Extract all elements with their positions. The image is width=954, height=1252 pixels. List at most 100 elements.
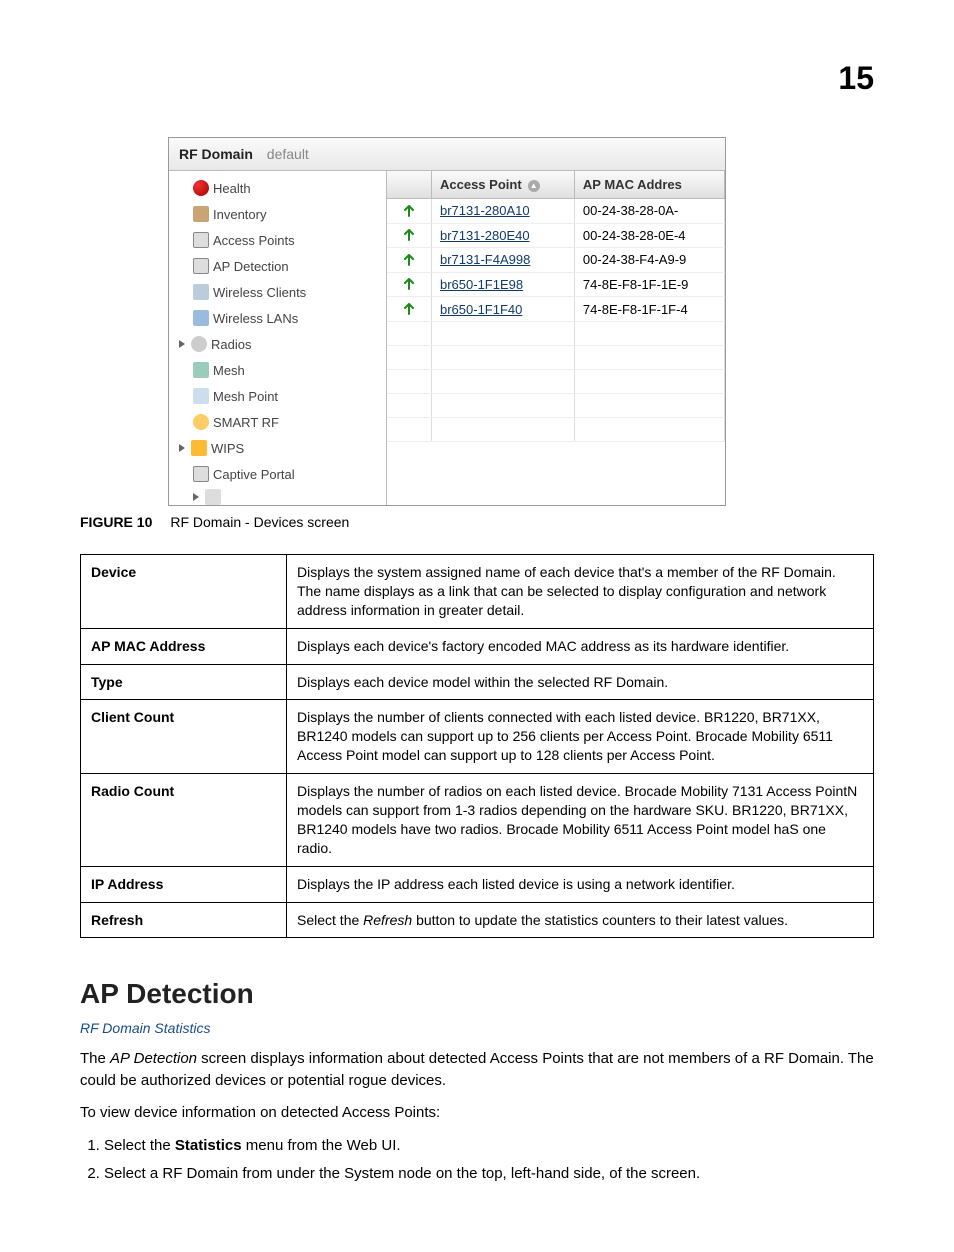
sidebar-item-radios[interactable]: Radios xyxy=(169,331,386,357)
heart-icon xyxy=(193,180,209,196)
table-row: br7131-280A1000-24-38-28-0A- xyxy=(387,199,725,224)
mac-cell: 00-24-38-F4-A9-9 xyxy=(574,248,724,273)
status-up-icon xyxy=(402,205,416,219)
sidebar-item-label: WIPS xyxy=(211,441,244,456)
breadcrumb-link[interactable]: RF Domain Statistics xyxy=(80,1020,874,1036)
panel-title: RF Domain xyxy=(179,146,253,162)
column-header-status[interactable] xyxy=(387,171,432,199)
wips-icon xyxy=(191,440,207,456)
sidebar-item-captive-portal[interactable]: Captive Portal xyxy=(169,461,386,487)
sidebar-item-mesh[interactable]: Mesh xyxy=(169,357,386,383)
status-up-icon xyxy=(402,229,416,243)
table-row xyxy=(387,417,725,441)
bulb-icon xyxy=(193,414,209,430)
column-header-label: Access Point xyxy=(440,177,522,192)
sidebar-item-wireless-clients[interactable]: Wireless Clients xyxy=(169,279,386,305)
field-name: IP Address xyxy=(81,866,287,902)
table-row: br7131-280E4000-24-38-28-0E-4 xyxy=(387,223,725,248)
status-cell xyxy=(387,272,432,297)
sidebar-item-label: Radios xyxy=(211,337,251,352)
sidebar-item-smart-rf[interactable]: SMART RF xyxy=(169,409,386,435)
ap-detection-icon xyxy=(193,258,209,274)
sidebar-item-label: Mesh xyxy=(213,363,245,378)
sidebar-item-cutoff xyxy=(169,487,386,505)
captive-portal-icon xyxy=(193,466,209,482)
section-heading: AP Detection xyxy=(80,978,874,1010)
panel-titlebar: RF Domain default xyxy=(169,138,725,171)
empty-cell xyxy=(387,321,432,345)
field-description: Select the Refresh button to update the … xyxy=(287,902,874,938)
chapter-number: 15 xyxy=(80,60,874,97)
expand-icon xyxy=(179,444,185,452)
status-cell xyxy=(387,248,432,273)
sidebar-item-label: SMART RF xyxy=(213,415,279,430)
text: Select the xyxy=(104,1137,175,1154)
status-up-icon xyxy=(402,254,416,268)
figure-caption-text: RF Domain - Devices screen xyxy=(170,514,349,530)
mac-cell: 00-24-38-28-0E-4 xyxy=(574,223,724,248)
table-row: DeviceDisplays the system assigned name … xyxy=(81,555,874,629)
table-row: RefreshSelect the Refresh button to upda… xyxy=(81,902,874,938)
sidebar-item-wireless-lans[interactable]: Wireless LANs xyxy=(169,305,386,331)
sidebar-item-mesh-point[interactable]: Mesh Point xyxy=(169,383,386,409)
table-row: AP MAC AddressDisplays each device's fac… xyxy=(81,628,874,664)
field-description: Displays the number of radios on each li… xyxy=(287,774,874,867)
list-item: Select a RF Domain from under the System… xyxy=(104,1162,874,1186)
expand-icon xyxy=(193,493,199,501)
emphasis: AP Detection xyxy=(110,1050,197,1067)
empty-cell xyxy=(432,417,575,441)
sidebar-item-wips[interactable]: WIPS xyxy=(169,435,386,461)
empty-cell xyxy=(432,321,575,345)
empty-cell xyxy=(432,345,575,369)
table-row xyxy=(387,321,725,345)
empty-cell xyxy=(387,417,432,441)
sidebar-item-label: Access Points xyxy=(213,233,295,248)
mesh-icon xyxy=(193,362,209,378)
status-cell xyxy=(387,199,432,224)
text: The xyxy=(80,1050,110,1067)
device-link[interactable]: br650-1F1E98 xyxy=(432,272,575,297)
list-item: Select the Statistics menu from the Web … xyxy=(104,1134,874,1158)
mac-cell: 74-8E-F8-1F-1E-9 xyxy=(574,272,724,297)
status-up-icon xyxy=(402,303,416,317)
empty-cell xyxy=(432,393,575,417)
field-name: Device xyxy=(81,555,287,629)
device-link[interactable]: br7131-280A10 xyxy=(432,199,575,224)
column-header-ap-mac[interactable]: AP MAC Addres xyxy=(574,171,724,199)
table-row: br7131-F4A99800-24-38-F4-A9-9 xyxy=(387,248,725,273)
field-name: Type xyxy=(81,664,287,700)
device-link[interactable]: br7131-280E40 xyxy=(432,223,575,248)
sidebar-item-health[interactable]: Health xyxy=(169,175,386,201)
sidebar-item-label: Inventory xyxy=(213,207,266,222)
field-description: Displays each device's factory encoded M… xyxy=(287,628,874,664)
sidebar-item-ap-detection[interactable]: AP Detection xyxy=(169,253,386,279)
empty-cell xyxy=(387,393,432,417)
paragraph: To view device information on detected A… xyxy=(80,1102,874,1124)
sort-asc-icon: ▲ xyxy=(528,180,540,192)
field-name: Radio Count xyxy=(81,774,287,867)
empty-cell xyxy=(574,417,724,441)
radios-icon xyxy=(191,336,207,352)
empty-cell xyxy=(574,345,724,369)
mesh-point-icon xyxy=(193,388,209,404)
table-row: IP AddressDisplays the IP address each l… xyxy=(81,866,874,902)
sidebar-item-label: Captive Portal xyxy=(213,467,295,482)
table-row xyxy=(387,393,725,417)
column-header-access-point[interactable]: Access Point ▲ xyxy=(432,171,575,199)
panel-subtitle: default xyxy=(267,146,309,162)
text: menu from the Web UI. xyxy=(242,1137,401,1154)
empty-cell xyxy=(387,345,432,369)
sidebar-item-inventory[interactable]: Inventory xyxy=(169,201,386,227)
steps-list: Select the Statistics menu from the Web … xyxy=(80,1134,874,1186)
table-row: Client CountDisplays the number of clien… xyxy=(81,700,874,774)
sidebar-item-label: AP Detection xyxy=(213,259,289,274)
device-link[interactable]: br650-1F1F40 xyxy=(432,297,575,322)
sidebar-item-label: Health xyxy=(213,181,251,196)
bold-text: Statistics xyxy=(175,1137,242,1154)
wireless-clients-icon xyxy=(193,284,209,300)
device-link[interactable]: br7131-F4A998 xyxy=(432,248,575,273)
table-row: TypeDisplays each device model within th… xyxy=(81,664,874,700)
field-name: Refresh xyxy=(81,902,287,938)
wireless-lans-icon xyxy=(193,310,209,326)
sidebar-item-access-points[interactable]: Access Points xyxy=(169,227,386,253)
